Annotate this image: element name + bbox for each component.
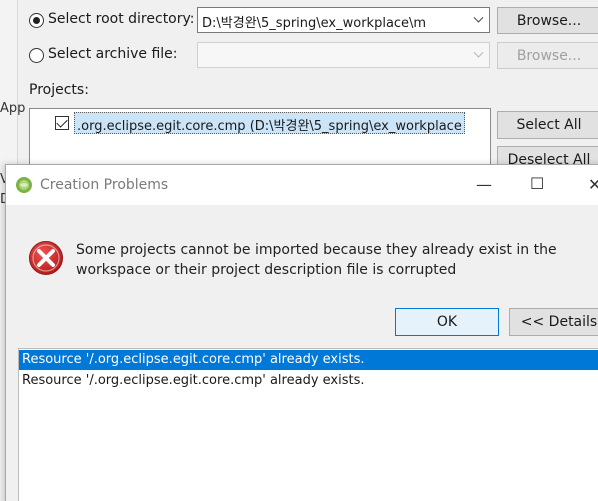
archive-file-label: Select archive file: [48, 46, 178, 62]
maximize-button[interactable]: ☐ [530, 174, 544, 193]
browse-archive-button[interactable]: Browse... [497, 42, 598, 69]
error-icon [28, 240, 64, 276]
error-message: Some projects cannot be imported because… [76, 242, 557, 278]
root-directory-label: Select root directory: [48, 11, 195, 27]
ok-button[interactable]: OK [395, 308, 499, 336]
details-button[interactable]: << Details [509, 308, 598, 336]
project-item[interactable]: .org.eclipse.egit.core.cmp (D:\박경완\5_spr… [74, 112, 465, 134]
root-directory-combo[interactable]: D:\박경완\5_spring\ex_workplace\m [197, 7, 490, 33]
close-button[interactable]: ✕ [588, 175, 598, 194]
select-all-button[interactable]: Select All [497, 111, 598, 139]
projects-list[interactable]: .org.eclipse.egit.core.cmp (D:\박경완\5_spr… [29, 108, 491, 168]
background-fragment: App [0, 101, 26, 116]
archive-file-combo[interactable] [197, 42, 490, 68]
dialog-titlebar[interactable]: Creation Problems — ☐ ✕ [6, 165, 598, 205]
chevron-down-icon[interactable] [467, 43, 489, 67]
eclipse-icon [15, 176, 33, 194]
projects-label: Projects: [29, 82, 89, 98]
root-directory-radio[interactable] [29, 13, 44, 28]
list-item[interactable]: Resource '/.org.eclipse.egit.core.cmp' a… [19, 371, 598, 391]
browse-button[interactable]: Browse... [497, 7, 598, 34]
archive-file-radio[interactable] [29, 48, 44, 63]
creation-problems-dialog: Creation Problems — ☐ ✕ Some projects ca… [5, 164, 598, 501]
details-list[interactable]: Resource '/.org.eclipse.egit.core.cmp' a… [18, 348, 598, 501]
root-directory-value: D:\박경완\5_spring\ex_workplace\m [202, 16, 427, 31]
minimize-button[interactable]: — [476, 175, 492, 194]
chevron-down-icon[interactable] [467, 8, 489, 32]
project-checkbox[interactable] [55, 116, 69, 130]
dialog-title: Creation Problems [40, 177, 169, 193]
list-item[interactable]: Resource '/.org.eclipse.egit.core.cmp' a… [19, 350, 598, 370]
